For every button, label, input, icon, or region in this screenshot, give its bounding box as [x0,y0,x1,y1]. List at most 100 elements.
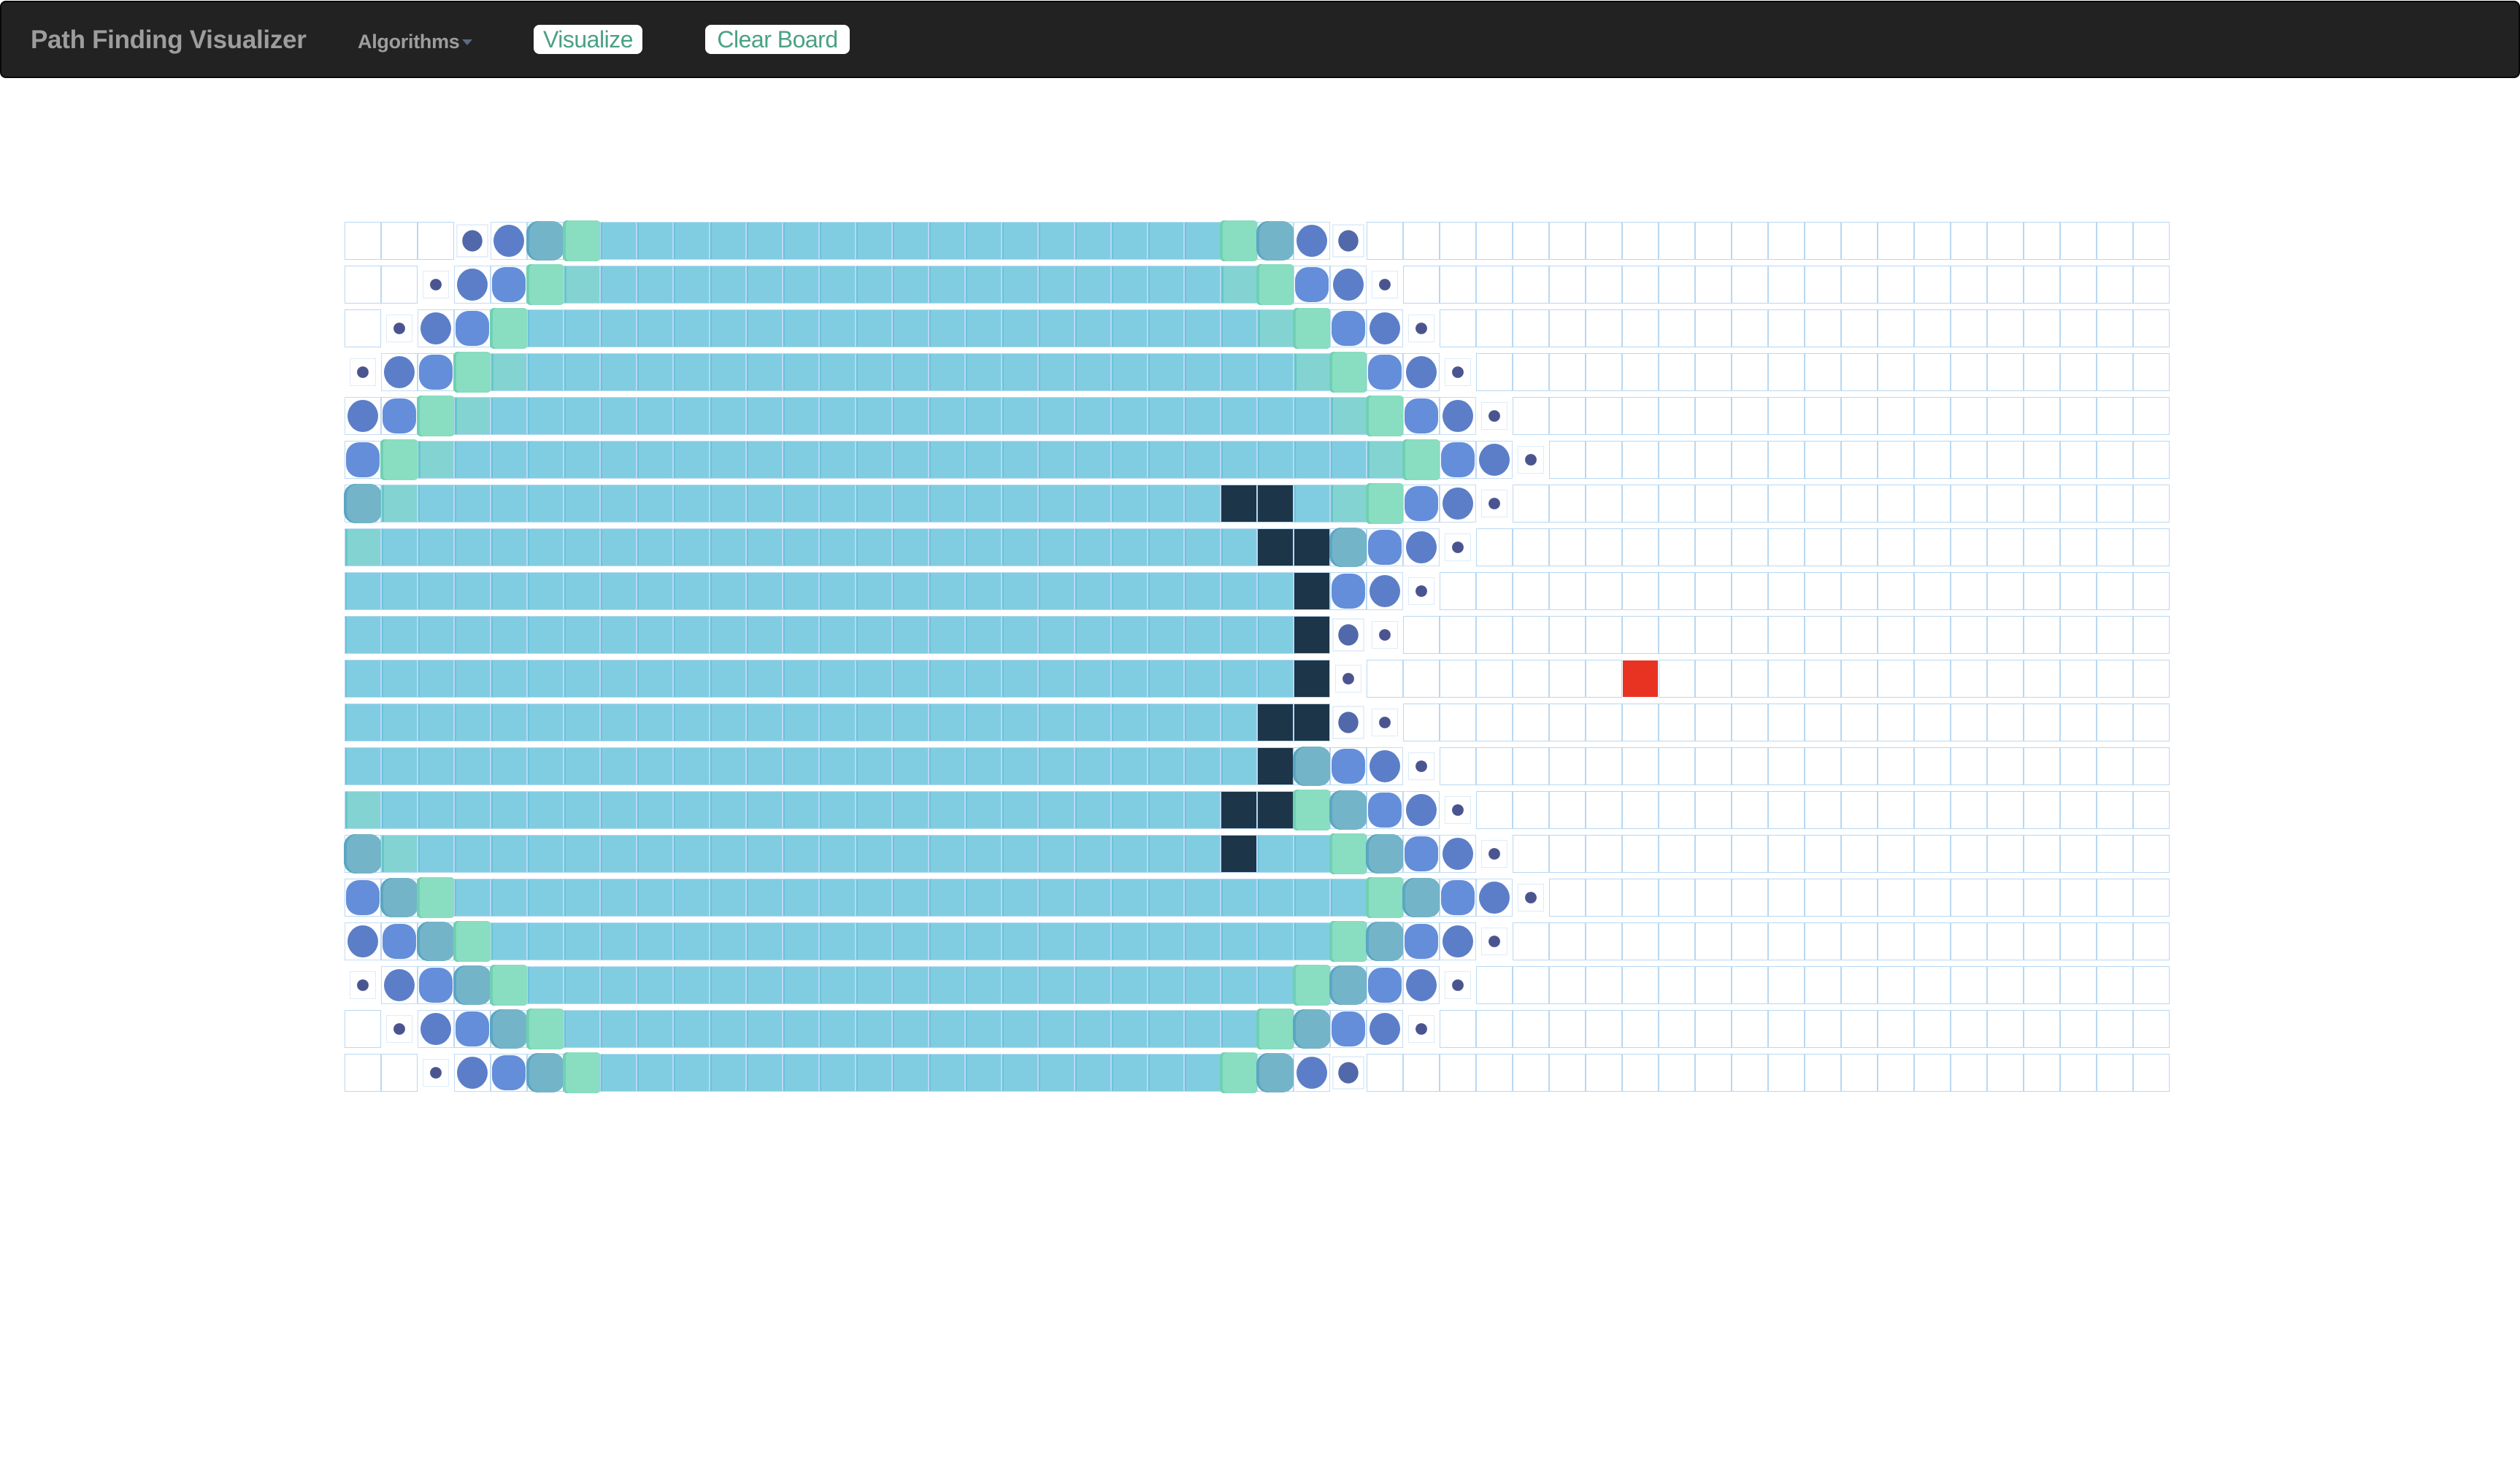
grid-cell-visited-fresh[interactable] [1257,309,1294,347]
grid-cell-visited-fresh[interactable] [1294,353,1330,391]
clear-board-button[interactable]: Clear Board [705,25,850,54]
grid-cell-unvisited[interactable] [1440,703,1476,741]
grid-cell-unvisited[interactable] [1914,309,1951,347]
grid-cell-frontier-dot[interactable] [1518,446,1544,474]
grid-cell-visited[interactable] [1002,353,1038,391]
grid-cell-unvisited[interactable] [1659,835,1695,873]
grid-cell-unvisited[interactable] [1695,616,1732,654]
grid-cell-visited[interactable] [491,441,527,479]
grid-cell-visited[interactable] [1038,441,1075,479]
grid-cell-unvisited[interactable] [1732,1054,1768,1092]
grid-cell-unvisited[interactable] [1914,835,1951,873]
grid-cell-unvisited[interactable] [1659,791,1695,829]
grid-cell-visited[interactable] [783,1010,819,1048]
grid-cell-visited[interactable] [1002,222,1038,260]
grid-cell-unvisited[interactable] [1440,747,1476,785]
grid-cell-visited[interactable] [929,922,965,960]
grid-cell-unvisited[interactable] [2133,309,2170,347]
grid-cell-visited[interactable] [819,660,856,698]
grid-cell-unvisited[interactable] [345,266,381,304]
grid-cell-unvisited[interactable] [1440,1010,1476,1048]
grid-cell-visited[interactable] [564,703,600,741]
grid-cell-unvisited[interactable] [2024,1054,2060,1092]
grid-cell-unvisited[interactable] [1659,222,1695,260]
grid-cell-unvisited[interactable] [381,222,418,260]
grid-cell-visited[interactable] [783,528,819,566]
grid-cell-visited[interactable] [637,966,673,1004]
grid-cell-visited[interactable] [527,966,564,1004]
grid-cell-visited[interactable] [454,441,491,479]
grid-cell-unvisited[interactable] [1732,835,1768,873]
grid-cell-visited[interactable] [491,397,527,435]
grid-cell-visited[interactable] [856,353,892,391]
grid-cell-visited[interactable] [527,528,564,566]
grid-cell-visiting-blue[interactable] [1330,747,1367,785]
grid-cell-visited[interactable] [1111,485,1148,523]
wall-cell[interactable] [1257,485,1294,523]
grid-cell-visited-fresh[interactable] [491,353,527,391]
grid-cell-visited[interactable] [1221,397,1257,435]
grid-cell-visited[interactable] [527,485,564,523]
grid-cell-unvisited[interactable] [1987,441,2024,479]
grid-cell-visited[interactable] [746,660,783,698]
grid-cell-visited[interactable] [1148,441,1184,479]
grid-cell-visited[interactable] [1111,222,1148,260]
grid-cell-visited[interactable] [710,353,746,391]
grid-cell-visited-fresh[interactable] [1367,441,1403,479]
grid-cell-visited[interactable] [1257,660,1294,698]
grid-cell-visiting-teal[interactable] [1329,965,1367,1005]
grid-cell-visiting-teal[interactable] [1256,221,1294,261]
grid-cell-unvisited[interactable] [1841,397,1878,435]
grid-cell-unvisited[interactable] [2097,660,2133,698]
grid-cell-frontier-circle[interactable] [491,222,527,260]
grid-cell-unvisited[interactable] [2133,222,2170,260]
grid-cell-visited[interactable] [1184,1054,1221,1092]
grid-cell-unvisited[interactable] [1878,485,1914,523]
grid-cell-visiting-blue[interactable] [345,879,381,917]
grid-cell-visited[interactable] [600,222,637,260]
grid-cell-unvisited[interactable] [1659,879,1695,917]
grid-cell-visited[interactable] [965,572,1002,610]
grid-cell-visited[interactable] [892,222,929,260]
grid-cell-frontier-medium[interactable] [1332,618,1364,652]
grid-cell-unvisited[interactable] [2133,266,2170,304]
grid-cell-unvisited[interactable] [1878,1010,1914,1048]
grid-cell-unvisited[interactable] [2060,879,2097,917]
grid-cell-unvisited[interactable] [1549,660,1586,698]
grid-cell-unvisited[interactable] [1695,266,1732,304]
grid-cell-unvisited[interactable] [1622,309,1659,347]
grid-cell-visited[interactable] [637,353,673,391]
grid-cell-visited[interactable] [637,309,673,347]
grid-cell-unvisited[interactable] [1951,353,1987,391]
grid-cell-unvisited[interactable] [1476,266,1513,304]
grid-cell-unvisited[interactable] [418,222,454,260]
grid-cell-visited-fresh[interactable] [345,528,381,566]
grid-cell-unvisited[interactable] [2097,835,2133,873]
grid-cell-visited[interactable] [637,397,673,435]
grid-cell-unvisited[interactable] [1987,397,2024,435]
grid-cell-visited[interactable] [1038,353,1075,391]
grid-cell-unvisited[interactable] [1549,309,1586,347]
grid-cell-unvisited[interactable] [1586,485,1622,523]
grid-cell-visited[interactable] [637,616,673,654]
grid-cell-unvisited[interactable] [1951,441,1987,479]
grid-cell-visited[interactable] [1294,441,1330,479]
grid-cell-frontier-circle[interactable] [418,309,454,347]
grid-cell-unvisited[interactable] [1622,353,1659,391]
grid-cell-unvisited[interactable] [2024,266,2060,304]
grid-cell-visited[interactable] [1184,879,1221,917]
grid-cell-unvisited[interactable] [1951,1010,1987,1048]
grid-cell-visited[interactable] [929,353,965,391]
grid-cell-unvisited[interactable] [2024,616,2060,654]
grid-cell-unvisited[interactable] [2024,397,2060,435]
grid-cell-frontier-circle[interactable] [345,397,381,435]
grid-cell-visited[interactable] [1111,353,1148,391]
grid-cell-visited[interactable] [965,528,1002,566]
grid-cell-unvisited[interactable] [1440,266,1476,304]
grid-cell-visited[interactable] [746,309,783,347]
grid-cell-visited[interactable] [892,966,929,1004]
grid-cell-visited[interactable] [673,485,710,523]
grid-cell-visited[interactable] [819,966,856,1004]
grid-cell-unvisited[interactable] [1805,353,1841,391]
grid-cell-visited-fresh[interactable] [1330,485,1367,523]
